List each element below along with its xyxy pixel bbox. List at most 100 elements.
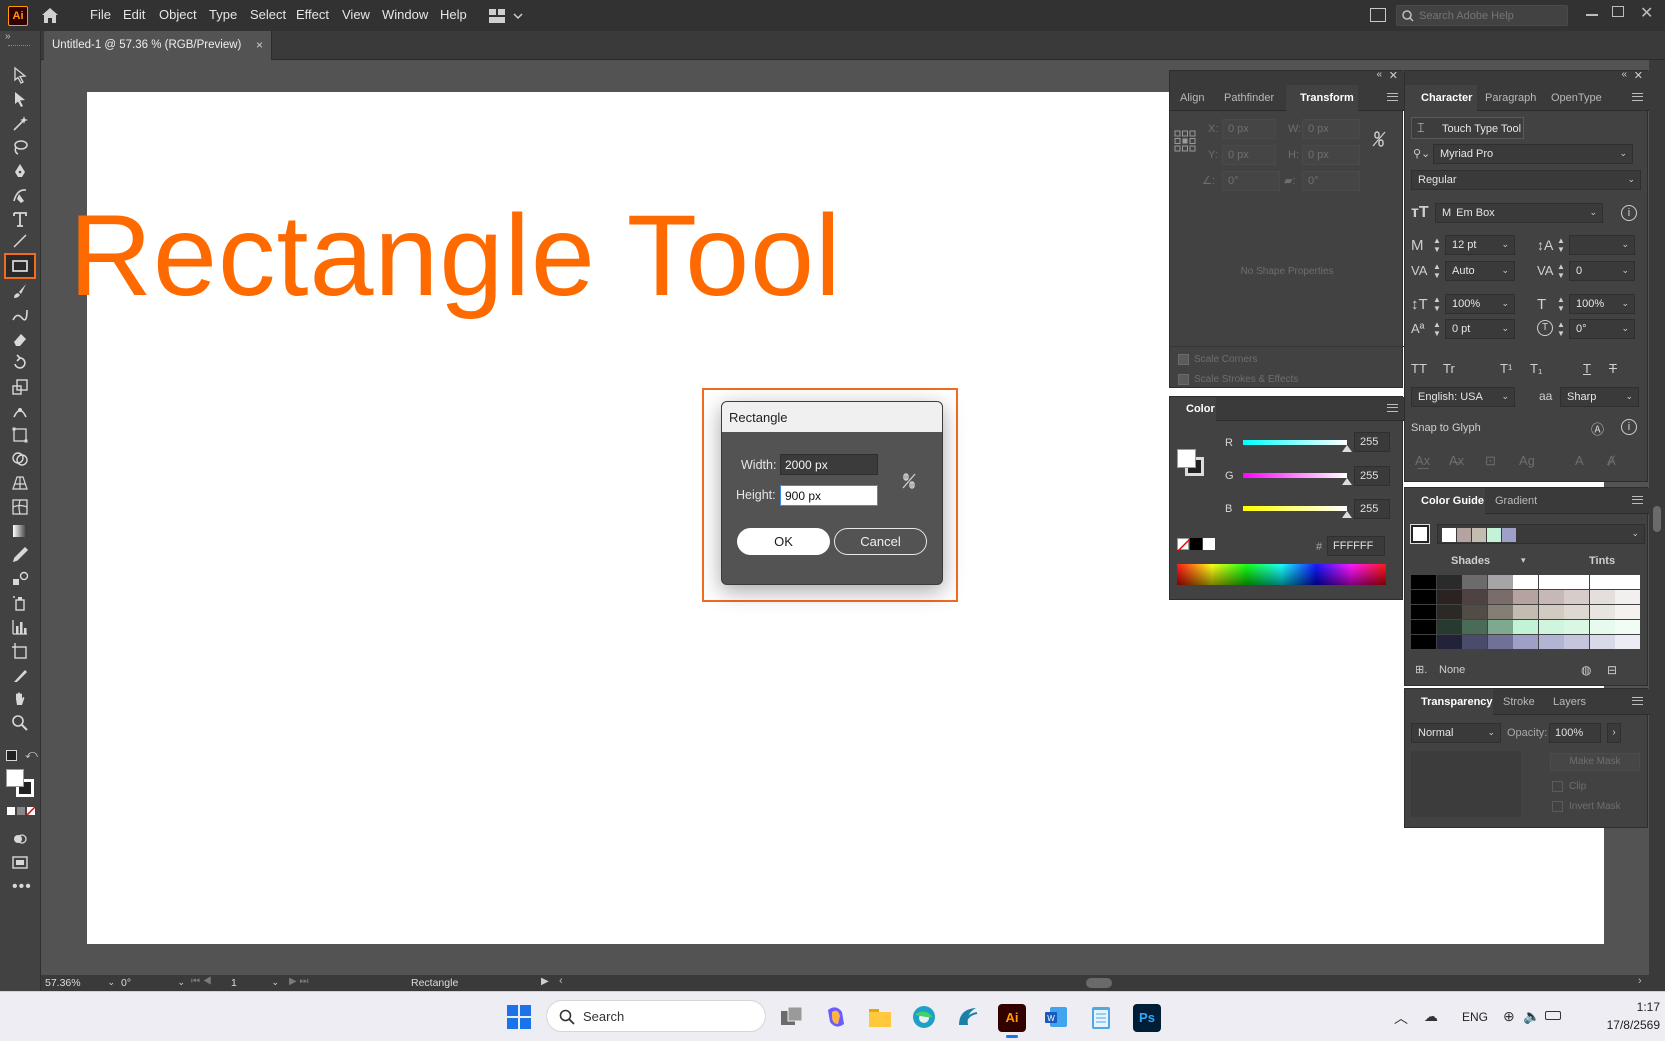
menu-help[interactable]: Help: [440, 7, 467, 22]
snap-xheight-icon[interactable]: A̶x: [1449, 453, 1464, 468]
eraser-tool-icon[interactable]: [6, 328, 34, 350]
minimize-icon[interactable]: [1586, 14, 1598, 16]
zoom-dropdown-icon[interactable]: ⌄: [107, 977, 115, 988]
hand-tool-icon[interactable]: [6, 688, 34, 710]
r-slider-thumb[interactable]: [1342, 445, 1352, 452]
workspace-switcher-icon[interactable]: [488, 8, 524, 24]
last-artboard-icon[interactable]: ▶ ⏭: [289, 976, 308, 987]
color-guide-swatch[interactable]: [1615, 605, 1640, 619]
column-graph-tool-icon[interactable]: [6, 616, 34, 638]
baseline-shift-field[interactable]: 0 pt ⌄: [1445, 319, 1515, 339]
color-guide-swatch[interactable]: [1436, 590, 1462, 604]
close-panel-icon[interactable]: ✕: [1389, 69, 1398, 82]
word-icon[interactable]: W: [1044, 1005, 1068, 1029]
color-guide-swatch[interactable]: [1589, 575, 1615, 589]
color-guide-swatch[interactable]: [1513, 605, 1538, 619]
snap-proximity-icon[interactable]: Ag: [1519, 453, 1535, 468]
puppet-warp-tool-icon[interactable]: [6, 400, 34, 422]
shaper-tool-icon[interactable]: [6, 304, 34, 326]
vscale-stepper-icon[interactable]: ▲ ▼: [1433, 295, 1441, 313]
color-guide-swatch[interactable]: [1564, 635, 1589, 649]
color-guide-swatch[interactable]: [1564, 590, 1589, 604]
hex-field[interactable]: FFFFFF: [1327, 536, 1385, 556]
g-slider[interactable]: [1243, 473, 1347, 478]
reference-point-icon[interactable]: [1174, 130, 1196, 152]
subscript-button[interactable]: T₁: [1530, 361, 1542, 376]
vertical-scale-field[interactable]: 100% ⌄: [1445, 294, 1515, 314]
horizontal-scroll-thumb[interactable]: [1086, 978, 1112, 988]
superscript-button[interactable]: T¹: [1500, 361, 1512, 376]
rotation-stepper-icon[interactable]: ▲ ▼: [1557, 320, 1565, 338]
tab-transparency[interactable]: Transparency: [1421, 696, 1493, 708]
color-guide-swatch[interactable]: [1411, 575, 1436, 589]
kerning-field[interactable]: Auto ⌄: [1445, 261, 1515, 281]
font-size-field[interactable]: 12 pt ⌄: [1445, 235, 1515, 255]
color-guide-swatch[interactable]: [1615, 575, 1640, 589]
illustrator-taskbar-icon[interactable]: Ai: [998, 1004, 1026, 1032]
blend-tool-icon[interactable]: [6, 568, 34, 590]
ok-button[interactable]: OK: [737, 528, 830, 555]
height-input[interactable]: [780, 485, 878, 506]
base-color-swatch[interactable]: [1410, 524, 1430, 544]
vertical-scroll-thumb[interactable]: [1653, 506, 1661, 532]
eyedropper-tool-icon[interactable]: [6, 544, 34, 566]
black-color-swatch[interactable]: [1190, 538, 1202, 550]
scale-tool-icon[interactable]: [6, 376, 34, 398]
color-guide-swatch[interactable]: [1487, 590, 1513, 604]
restore-icon[interactable]: [1612, 6, 1624, 17]
baseline-stepper-icon[interactable]: ▲ ▼: [1433, 320, 1441, 338]
help-search-box[interactable]: [1396, 5, 1568, 26]
default-colors-icon[interactable]: [6, 750, 17, 761]
color-guide-swatch[interactable]: [1615, 590, 1640, 604]
scroll-left-icon[interactable]: ‹: [559, 975, 563, 987]
color-guide-swatch[interactable]: [1589, 635, 1615, 649]
symbol-sprayer-tool-icon[interactable]: [6, 592, 34, 614]
font-style-select[interactable]: Regular ⌄: [1411, 170, 1641, 190]
color-guide-swatch[interactable]: [1589, 605, 1615, 619]
windows-start-icon[interactable]: [507, 1005, 531, 1029]
color-guide-swatch[interactable]: [1615, 635, 1640, 649]
cancel-button[interactable]: Cancel: [834, 528, 927, 555]
menu-view[interactable]: View: [342, 7, 370, 22]
collapse-panels-icon[interactable]: «: [1376, 69, 1382, 80]
rectangle-tool-icon[interactable]: [4, 253, 36, 279]
document-tab[interactable]: Untitled-1 @ 57.36 % (RGB/Preview) ×: [44, 31, 272, 60]
color-guide-swatch[interactable]: [1436, 605, 1462, 619]
small-caps-button[interactable]: Tr: [1443, 361, 1455, 376]
color-guide-swatch[interactable]: [1411, 620, 1436, 634]
constrain-proportions-icon[interactable]: [900, 472, 918, 493]
color-guide-menu-icon[interactable]: [1632, 496, 1643, 504]
blend-mode-select[interactable]: Normal ⌄: [1411, 723, 1501, 743]
tab-layers[interactable]: Layers: [1553, 696, 1586, 708]
color-guide-swatch[interactable]: [1538, 635, 1564, 649]
color-guide-swatch[interactable]: [1538, 575, 1564, 589]
tab-align[interactable]: Align: [1180, 92, 1204, 104]
tab-paragraph[interactable]: Paragraph: [1485, 92, 1536, 104]
help-search-input[interactable]: [1419, 8, 1564, 24]
volume-icon[interactable]: 🔈: [1523, 1008, 1540, 1025]
tab-color-guide[interactable]: Color Guide: [1421, 495, 1484, 507]
line-segment-tool-icon[interactable]: [6, 230, 34, 252]
snap-glyph-options-icon[interactable]: Ⓐ: [1591, 419, 1604, 438]
lasso-tool-icon[interactable]: [6, 136, 34, 158]
strikethrough-button[interactable]: T: [1609, 361, 1617, 376]
color-guide-swatch[interactable]: [1487, 605, 1513, 619]
y-field[interactable]: 0 px: [1222, 145, 1276, 165]
color-guide-swatch[interactable]: [1411, 590, 1436, 604]
color-guide-swatch[interactable]: [1487, 575, 1513, 589]
menu-effect[interactable]: Effect: [296, 7, 329, 22]
color-spectrum[interactable]: [1177, 564, 1386, 585]
rotation-dropdown-icon[interactable]: ⌄: [177, 977, 185, 988]
width-input[interactable]: [780, 454, 878, 475]
perspective-grid-tool-icon[interactable]: [6, 472, 34, 494]
photoshop-icon[interactable]: Ps: [1133, 1004, 1161, 1032]
b-field[interactable]: 255: [1354, 499, 1390, 519]
kerning-stepper-icon[interactable]: ▲ ▼: [1433, 262, 1441, 280]
mesh-tool-icon[interactable]: [6, 496, 34, 518]
color-guide-swatch[interactable]: [1462, 620, 1487, 634]
angle-field[interactable]: 0°: [1222, 171, 1280, 191]
g-field[interactable]: 255: [1354, 466, 1390, 486]
snap-info-icon[interactable]: i: [1621, 419, 1637, 435]
collapse-right-panels-icon[interactable]: «: [1621, 69, 1627, 80]
color-guide-swatch[interactable]: [1538, 620, 1564, 634]
